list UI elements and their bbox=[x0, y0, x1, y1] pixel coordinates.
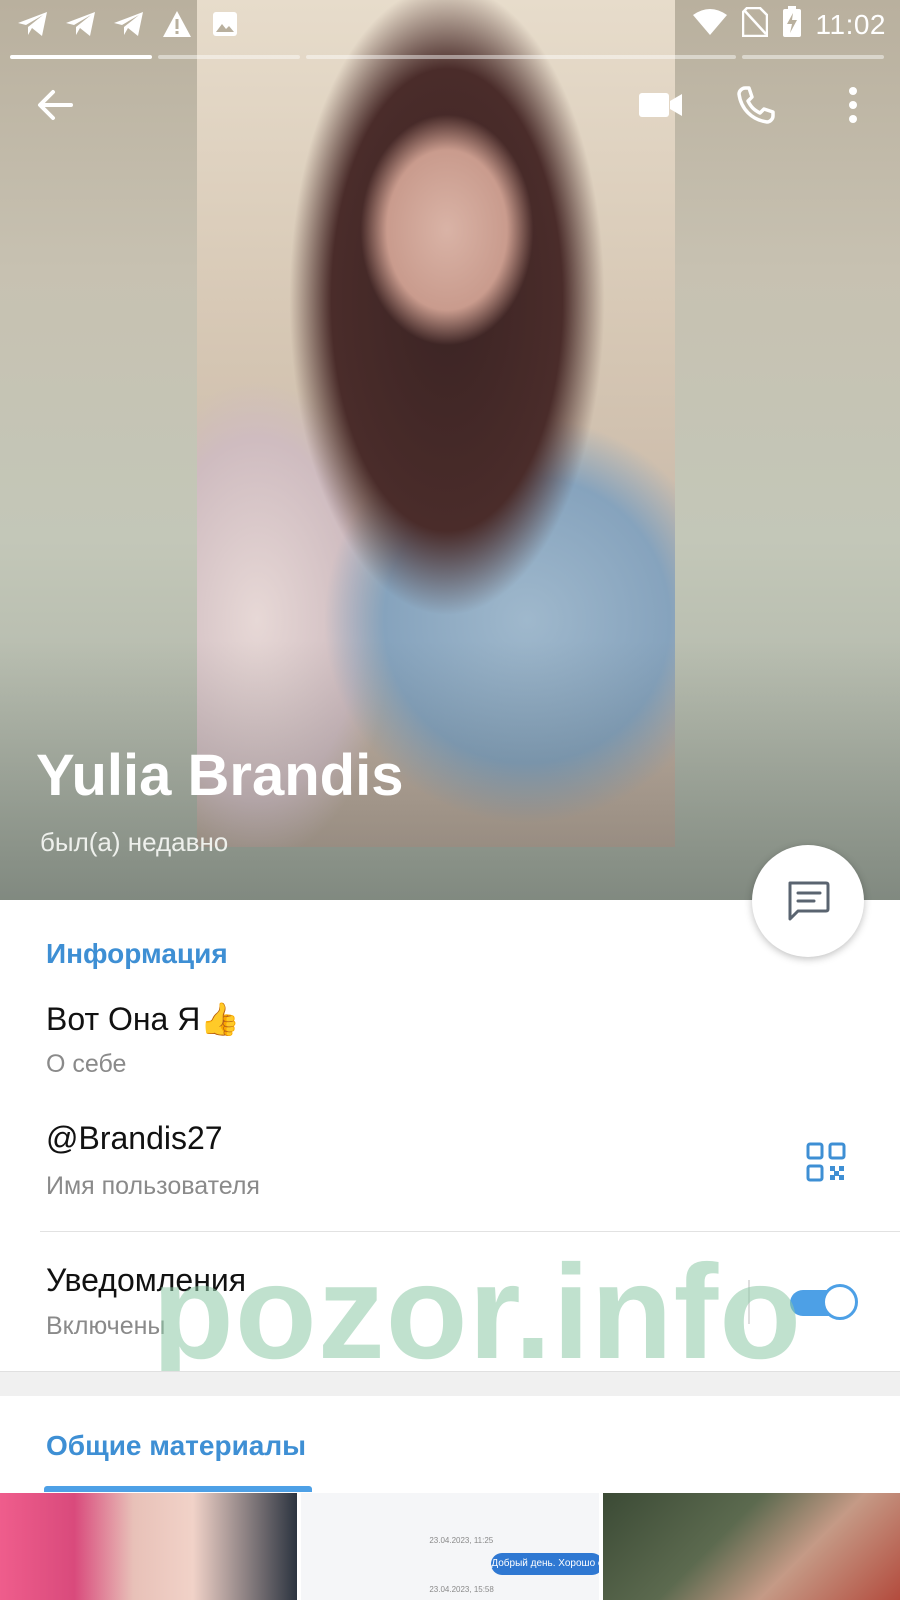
more-options-button[interactable] bbox=[818, 70, 888, 140]
media-thumbnail-chat-screenshot[interactable]: 23.04.2023, 11:25 Добрый день. Хорошо ес… bbox=[301, 1493, 599, 1600]
username-text[interactable]: @Brandis27 bbox=[46, 1120, 223, 1157]
section-separator bbox=[0, 1371, 900, 1396]
video-call-icon bbox=[639, 93, 682, 117]
story-progress-bar bbox=[10, 55, 890, 59]
top-toolbar bbox=[0, 70, 900, 140]
progress-segment-4 bbox=[742, 55, 884, 59]
battery-charging-icon bbox=[782, 6, 802, 43]
username-label: Имя пользователя bbox=[46, 1172, 260, 1200]
progress-segment-2 bbox=[158, 55, 300, 59]
divider bbox=[40, 1231, 900, 1232]
media-thumbnail-photo-3[interactable] bbox=[602, 1493, 900, 1600]
progress-segment-3 bbox=[306, 55, 736, 59]
profile-name: Yulia Brandis bbox=[36, 743, 404, 808]
preview-message-bubble: Добрый день. Хорошо если в bbox=[491, 1553, 599, 1575]
phone-icon bbox=[737, 86, 775, 124]
no-sim-icon bbox=[741, 6, 768, 42]
bio-text[interactable]: Вот Она Я👍 bbox=[46, 1000, 240, 1038]
preview-timestamp-2: 23.04.2023, 15:58 bbox=[429, 1585, 494, 1594]
preview-timestamp-1: 23.04.2023, 11:25 bbox=[429, 1536, 494, 1545]
qr-code-icon[interactable] bbox=[806, 1142, 846, 1182]
image-icon bbox=[208, 8, 242, 40]
status-bar: 11:02 bbox=[0, 0, 900, 48]
telegram-icon bbox=[64, 8, 98, 40]
back-button[interactable] bbox=[20, 70, 90, 140]
vertical-separator bbox=[748, 1280, 750, 1324]
watermark: pozor.info bbox=[152, 1238, 803, 1387]
progress-segment-1 bbox=[10, 55, 152, 59]
info-section-title: Информация bbox=[46, 938, 228, 969]
notifications-toggle[interactable] bbox=[790, 1284, 858, 1320]
warning-icon bbox=[160, 8, 194, 40]
shared-media-grid: 23.04.2023, 11:25 Добрый день. Хорошо ес… bbox=[0, 1493, 900, 1600]
bio-label: О себе bbox=[46, 1050, 127, 1078]
telegram-icon bbox=[16, 8, 50, 40]
notification-icons bbox=[16, 8, 242, 40]
video-call-button[interactable] bbox=[626, 70, 696, 140]
toggle-knob bbox=[822, 1284, 858, 1320]
notifications-label[interactable]: Уведомления bbox=[46, 1262, 246, 1299]
notifications-state: Включены bbox=[46, 1312, 166, 1340]
media-thumbnail-photo-1[interactable] bbox=[0, 1493, 298, 1600]
wifi-icon bbox=[692, 7, 728, 42]
shared-media-tab[interactable]: Общие материалы bbox=[46, 1430, 306, 1462]
message-icon bbox=[788, 881, 830, 921]
last-seen-status: был(а) недавно bbox=[40, 827, 229, 857]
clock-time: 11:02 bbox=[815, 8, 886, 40]
tab-indicator bbox=[44, 1486, 312, 1492]
more-vertical-icon bbox=[849, 87, 857, 123]
telegram-icon bbox=[112, 8, 146, 40]
profile-photo-area[interactable]: 11:02 Yulia Brandis был(а) недавно bbox=[0, 0, 900, 900]
call-button[interactable] bbox=[721, 70, 791, 140]
arrow-left-icon bbox=[38, 90, 73, 120]
send-message-button[interactable] bbox=[752, 845, 864, 957]
